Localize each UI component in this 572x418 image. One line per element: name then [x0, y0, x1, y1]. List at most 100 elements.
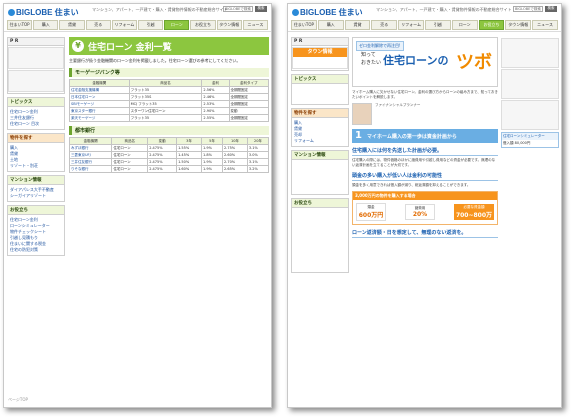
section-heading: 都市銀行 — [69, 126, 269, 135]
nav-item[interactable]: ローン — [451, 20, 478, 30]
table-cell-link[interactable]: 東京スター銀行 — [69, 107, 130, 115]
page-top-link[interactable]: ページTOP — [8, 397, 28, 403]
nav-item[interactable]: タウン情報 — [216, 20, 242, 30]
table-row: 三菱東京UFJ 住宅ローン 2.475% 1.45% 1.8% 2.60% 3.… — [68, 151, 270, 159]
table-row: 三井住友銀行 住宅ローン 2.475% 1.50% 1.9% 2.70% 3.1… — [68, 158, 270, 166]
table-header: 変動 — [147, 137, 178, 145]
table-cell: フラット35 — [128, 86, 203, 94]
topics-title: トピックス — [292, 75, 348, 84]
table-header: 3年 — [176, 137, 202, 145]
table-cell: 3.0% — [246, 151, 270, 159]
right-column: 住宅ローンシミュレーター 借入額 80,000円 — [501, 37, 559, 148]
site-logo[interactable]: BIGLOBE 住まい — [292, 7, 363, 18]
useful-box: お役立ち — [291, 198, 349, 273]
search-input[interactable]: BIGLOBEで検索 — [513, 6, 543, 12]
logo-text: BIGLOBE 住まい — [16, 8, 79, 17]
site-header: BIGLOBE 住まい マンション、アパート、一戸建て・購入・賃貸物件情報の不動… — [4, 4, 271, 32]
table-cell: 住宅ローン — [111, 165, 149, 173]
nav-item[interactable]: ローン — [164, 20, 190, 30]
table-cell-link[interactable]: 住宅金融支援機構 — [69, 86, 130, 94]
table-cell: 2.90% — [201, 107, 230, 115]
table-cell-link[interactable]: 楽天モーゲージ — [69, 114, 130, 122]
hero-line2: おきたい — [361, 60, 382, 66]
logo-text: BIGLOBE 住まい — [300, 8, 363, 17]
table-cell: 2.70% — [222, 158, 248, 166]
table-header: 金利 — [201, 79, 230, 87]
search-link[interactable]: リフォーム — [294, 138, 346, 144]
chapter-heading: 1 マイホーム購入の第一歩は資金計画から — [352, 129, 498, 143]
table-header: 10年 — [222, 137, 248, 145]
nav-item[interactable]: 購入 — [33, 20, 59, 30]
funds-result-value: 700~800万 — [455, 212, 493, 219]
topics-link[interactable]: 住宅ローン 目次 — [10, 121, 62, 127]
table-cell: 2.475% — [147, 144, 178, 152]
funds-cell: 諸費用 20% — [405, 204, 435, 220]
topics-box: トピックス 住宅ローン金利 三井住友銀行 住宅ローン 目次 — [7, 97, 65, 130]
table-cell-link[interactable]: 三菱東京UFJ — [68, 151, 113, 159]
table-cell-link[interactable]: 日本住宅ローン — [69, 93, 130, 101]
hero-title: 住宅ローンの — [383, 54, 449, 67]
nav-item[interactable]: 売る — [371, 20, 398, 30]
town-banner-title: タウン情報 — [293, 48, 347, 57]
table-header: 金利タイプ — [228, 79, 270, 87]
mansion-link[interactable]: シーガイアリゾート — [10, 193, 62, 199]
ad-banner[interactable] — [501, 69, 559, 99]
table-cell: 1.45% — [176, 151, 202, 159]
funds-cell: 頭金 600万円 — [356, 203, 386, 221]
search-button[interactable]: 検索 — [545, 6, 557, 12]
nav-item[interactable]: 売る — [85, 20, 111, 30]
nav-item[interactable]: 引越 — [424, 20, 451, 30]
table-cell: 1.9% — [201, 158, 223, 166]
useful-title: お役立ち — [292, 199, 348, 208]
author-caption: ファイナンシャルプランナー — [375, 103, 421, 107]
pr-banner[interactable] — [8, 70, 64, 92]
nav-item[interactable]: 引越 — [138, 20, 164, 30]
nav-item[interactable]: ニュース — [242, 20, 269, 30]
intro-text: 主要銀行が扱う金融機関のローン金利を掲載しました。住宅ローン選びの参考にしてくだ… — [69, 58, 241, 63]
town-banner[interactable]: タウン情報 — [292, 47, 348, 69]
nav-item[interactable]: 賃貸 — [59, 20, 85, 30]
right-sidebar: P R タウン情報 トピックス 物件を探す 購入 賃貸 売却 リフォーム マンシ… — [291, 37, 349, 276]
table-row: 東京スター銀行 スターワン住宅ローン 2.90% 変動 — [69, 107, 270, 115]
table-row: SBIモーゲージ MCJ フラット35 2.53% 全期間固定 — [69, 100, 270, 108]
table-cell-link[interactable]: 三井住友銀行 — [68, 158, 113, 166]
nav-item[interactable]: リフォーム — [398, 20, 424, 30]
nav-item[interactable]: 購入 — [317, 20, 344, 30]
ad-banner[interactable] — [501, 38, 559, 68]
pr-banner[interactable] — [8, 47, 64, 69]
search-link[interactable]: リゾート・別荘 — [10, 163, 62, 169]
ad-banner[interactable] — [501, 100, 559, 130]
table-cell: スターワン住宅ローン — [128, 107, 203, 115]
table-cell-link[interactable]: SBIモーゲージ — [69, 100, 130, 108]
funds-cell-label: 諸費用 — [414, 206, 426, 210]
funds-cell-label: 頭金 — [367, 205, 375, 209]
table-cell: 1.50% — [176, 158, 202, 166]
table-header: 商品名 — [111, 137, 149, 145]
simulator-value[interactable]: 80,000円 — [515, 141, 531, 145]
table-row: 楽天モーゲージ フラット35 2.55% 全期間固定 — [69, 114, 270, 122]
nav-item[interactable]: ニュース — [532, 20, 558, 30]
yen-icon: ¥ — [72, 40, 84, 52]
hero-line1: 知って — [361, 52, 376, 58]
table-cell: 2.75% — [222, 144, 248, 152]
rate-table-mortgage: 金融機関 商品名 金利 金利タイプ 住宅金融支援機構 フラット35 2.56% … — [69, 79, 270, 122]
nav-item[interactable]: 住まいTOP — [7, 20, 33, 30]
nav-item[interactable]: 賃貸 — [344, 20, 371, 30]
search-input[interactable]: BIGLOBEで検索 — [223, 6, 253, 12]
useful-link[interactable]: 住宅の防犯対策 — [10, 247, 62, 253]
nav-item[interactable]: タウン情報 — [505, 20, 532, 30]
table-cell-link[interactable]: りそな銀行 — [68, 165, 113, 173]
global-nav: 住まいTOP 購入 賃貸 売る リフォーム 引越 ローン お役立ち タウン情報 … — [7, 20, 269, 30]
subheading: 頭金の多い購入が低い人は金利の可能性 — [352, 172, 498, 181]
funds-cell-value: 20% — [412, 211, 428, 218]
pr-title: P R — [8, 38, 64, 46]
nav-item[interactable]: リフォーム — [111, 20, 138, 30]
nav-item[interactable]: お役立ち — [478, 20, 505, 30]
table-cell-link[interactable]: みずほ銀行 — [68, 144, 113, 152]
nav-item[interactable]: 住まいTOP — [291, 20, 317, 30]
search-button[interactable]: 検索 — [255, 6, 267, 12]
site-logo[interactable]: BIGLOBE 住まい — [8, 7, 79, 18]
nav-item[interactable]: お役立ち — [190, 20, 216, 30]
search-title: 物件を探す — [8, 134, 64, 143]
useful-title: お役立ち — [8, 206, 64, 215]
